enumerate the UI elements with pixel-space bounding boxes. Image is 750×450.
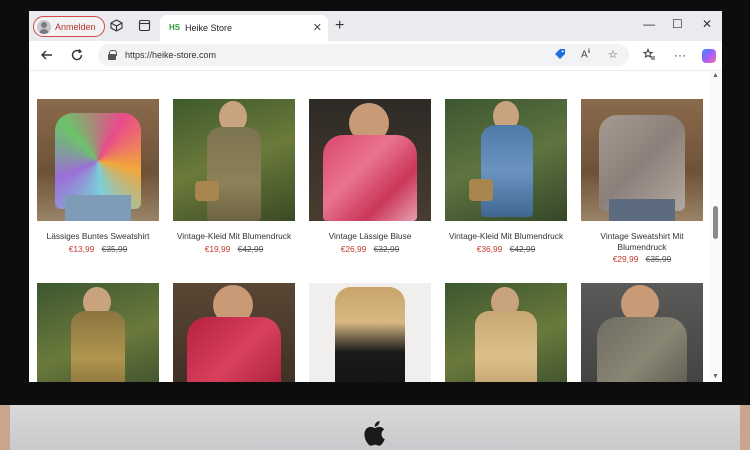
product-name[interactable]: Lässiges Buntes Sweatshirt (37, 231, 159, 242)
tag-icon[interactable] (554, 48, 566, 63)
product-prices: €29,99 €35,99 (581, 254, 703, 264)
browser-window: Anmelden HS Heike Store ✕ + — ☐ ✕ https:… (29, 11, 722, 382)
product-image[interactable] (37, 283, 159, 382)
tab-title: Heike Store (185, 23, 233, 33)
avatar-icon (37, 19, 51, 34)
apple-logo (362, 417, 390, 449)
maximize-icon[interactable]: ☐ (672, 17, 683, 31)
product-card[interactable]: Vintage-Kleid Mit Blumendruck €36,99 €42… (445, 99, 567, 254)
browser-toolbar: https://heike-store.com Aⅱ ☆ ··· (29, 41, 722, 71)
product-image[interactable] (37, 99, 159, 221)
product-image[interactable] (445, 283, 567, 382)
original-price: €35,99 (101, 243, 128, 254)
product-card[interactable] (581, 283, 703, 382)
product-card[interactable]: Vintage-Kleid Mit Blumendruck €19,99 €42… (173, 99, 295, 254)
product-prices: €26,99 €32,99 (309, 244, 431, 254)
product-name[interactable]: Vintage Sweatshirt Mit Blumendruck (581, 231, 703, 252)
scrollbar-thumb[interactable] (713, 206, 718, 239)
product-image[interactable] (173, 99, 295, 221)
tab-heike-store[interactable]: HS Heike Store ✕ (160, 15, 328, 41)
sale-price: €29,99 (612, 254, 639, 264)
product-name[interactable]: Vintage Lässige Bluse (309, 231, 431, 242)
star-icon[interactable]: ☆ (608, 48, 618, 61)
original-price: €35,99 (645, 254, 672, 264)
original-price: €32,99 (373, 243, 400, 254)
title-bar: Anmelden HS Heike Store ✕ + — ☐ ✕ (29, 11, 722, 41)
minimize-icon[interactable]: — (643, 17, 655, 31)
read-aloud-icon[interactable]: Aⅱ (581, 48, 590, 60)
page-scrollbar[interactable]: ▲ ▼ (709, 71, 722, 382)
new-tab-icon[interactable]: + (335, 17, 344, 35)
sale-price: €26,99 (340, 243, 367, 254)
scroll-down-icon[interactable]: ▼ (712, 373, 719, 380)
product-card[interactable] (173, 283, 295, 382)
close-tab-icon[interactable]: ✕ (313, 21, 322, 34)
lock-icon[interactable] (108, 50, 117, 60)
page-content: Lässiges Buntes Sweatshirt €13,99 €35,99… (29, 71, 722, 382)
refresh-icon[interactable] (70, 48, 84, 65)
favicon-icon: HS (169, 23, 181, 32)
copilot-icon[interactable] (702, 49, 716, 63)
product-prices: €13,99 €35,99 (37, 244, 159, 254)
sale-price: €36,99 (476, 243, 503, 254)
product-image[interactable] (445, 99, 567, 221)
sale-price: €19,99 (204, 243, 231, 254)
product-card[interactable]: Vintage Lässige Bluse €26,99 €32,99 (309, 99, 431, 254)
product-image[interactable] (309, 283, 431, 382)
more-icon[interactable]: ··· (674, 48, 686, 62)
background-wall (740, 405, 750, 450)
profile-button[interactable]: Anmelden (33, 16, 105, 37)
sale-price: €13,99 (68, 243, 95, 254)
background-wall (0, 405, 10, 450)
product-card[interactable]: Lässiges Buntes Sweatshirt €13,99 €35,99 (37, 99, 159, 254)
scroll-up-icon[interactable]: ▲ (712, 72, 719, 79)
product-image[interactable] (173, 283, 295, 382)
url-text: https://heike-store.com (125, 50, 217, 60)
product-card[interactable]: Vintage Sweatshirt Mit Blumendruck €29,9… (581, 99, 703, 264)
tab-actions-icon[interactable] (137, 19, 151, 33)
product-name[interactable]: Vintage-Kleid Mit Blumendruck (445, 231, 567, 242)
product-image[interactable] (581, 99, 703, 221)
address-bar[interactable]: https://heike-store.com Aⅱ ☆ (98, 44, 629, 66)
workspaces-icon[interactable] (109, 19, 123, 33)
product-card[interactable] (309, 283, 431, 382)
back-arrow-icon[interactable] (40, 48, 54, 65)
product-image[interactable] (309, 99, 431, 221)
profile-label: Anmelden (55, 21, 96, 32)
product-image[interactable] (581, 283, 703, 382)
favorites-icon[interactable] (642, 48, 656, 64)
product-card[interactable] (37, 283, 159, 382)
original-price: €42,99 (237, 243, 264, 254)
product-prices: €19,99 €42,99 (173, 244, 295, 254)
product-prices: €36,99 €42,99 (445, 244, 567, 254)
product-card[interactable] (445, 283, 567, 382)
close-window-icon[interactable]: ✕ (702, 17, 712, 31)
original-price: €42,99 (509, 243, 536, 254)
product-name[interactable]: Vintage-Kleid Mit Blumendruck (173, 231, 295, 242)
